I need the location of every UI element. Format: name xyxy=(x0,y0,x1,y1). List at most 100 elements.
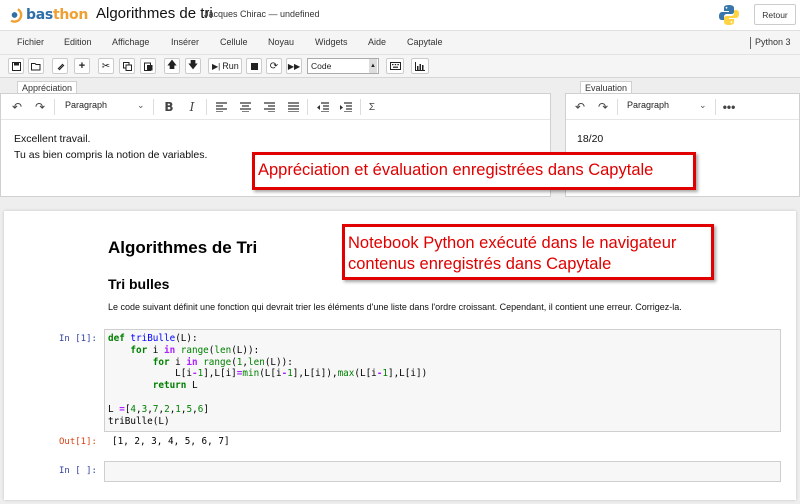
annotation-appreciation-text: Appréciation et évaluation enregistrées … xyxy=(258,161,654,179)
notebook-toolbar: + ✂ 🡅 🡇 ▶| Run ⟳ ▶▶ Code ▲ xyxy=(0,55,800,78)
toolbar-divider xyxy=(54,99,55,115)
menu-cellule[interactable]: Cellule xyxy=(220,37,248,47)
special-characters-icon[interactable]: Σ xyxy=(365,100,379,114)
basthon-logo: basthon xyxy=(6,5,88,25)
menu-fichier[interactable]: Fichier xyxy=(17,37,44,47)
author-label: Jacques Chirac — undefined xyxy=(204,9,320,19)
redo-icon[interactable]: ↷ xyxy=(596,100,610,114)
copy-button[interactable] xyxy=(119,58,135,74)
more-options-icon[interactable]: ••• xyxy=(722,100,736,114)
step-forward-icon: ▶| xyxy=(212,61,221,71)
menu-affichage[interactable]: Affichage xyxy=(112,37,149,47)
outdent-icon[interactable] xyxy=(316,100,330,114)
indent-icon[interactable] xyxy=(339,100,353,114)
paragraph-format-select[interactable]: Paragraph ⌄ xyxy=(627,100,709,110)
interrupt-button[interactable] xyxy=(246,58,262,74)
align-left-icon[interactable] xyxy=(214,100,228,114)
menu-edition[interactable]: Edition xyxy=(64,37,92,47)
undo-icon[interactable]: ↶ xyxy=(10,100,24,114)
keyboard-icon xyxy=(389,62,401,70)
restart-button[interactable]: ⟳ xyxy=(266,58,282,74)
input-prompt-empty: In [ ]: xyxy=(59,466,97,476)
align-center-icon[interactable] xyxy=(238,100,252,114)
cell-output: [1, 2, 3, 4, 5, 6, 7] xyxy=(112,436,230,447)
notebook-heading-2: Tri bulles xyxy=(108,276,170,292)
evaluation-grade[interactable]: 18/20 xyxy=(577,133,603,145)
fast-forward-icon: ▶▶ xyxy=(287,61,301,71)
return-button[interactable]: Retour xyxy=(754,4,796,25)
code-editor[interactable]: def triBulle(L): for i in range(len(L)):… xyxy=(108,333,427,427)
appreciation-line-1[interactable]: Excellent travail. xyxy=(14,133,90,145)
notebook-title[interactable]: Algorithmes de tri xyxy=(96,5,213,22)
menubar: Fichier Edition Affichage Insérer Cellul… xyxy=(0,31,800,55)
appreciation-line-2[interactable]: Tu as bien compris la notion de variable… xyxy=(14,149,207,161)
open-button[interactable] xyxy=(28,58,44,74)
bar-chart-icon xyxy=(415,61,425,71)
paragraph-format-value: Paragraph xyxy=(65,100,108,110)
command-palette-button[interactable] xyxy=(386,58,404,74)
paragraph-format-select[interactable]: Paragraph ⌄ xyxy=(65,100,147,110)
notebook-heading-1: Algorithmes de Tri xyxy=(108,238,258,257)
italic-icon[interactable]: I xyxy=(185,100,199,114)
undo-icon[interactable]: ↶ xyxy=(573,100,587,114)
scissors-icon: ✂ xyxy=(101,60,111,72)
paste-button[interactable] xyxy=(140,58,156,74)
evaluation-editor-toolbar: ↶ ↷ Paragraph ⌄ ••• xyxy=(566,94,799,120)
run-label: Run xyxy=(222,61,239,71)
save-icon xyxy=(11,61,21,71)
appreciation-editor-toolbar: ↶ ↷ Paragraph ⌄ B I Σ xyxy=(1,94,550,120)
arrow-down-icon: 🡇 xyxy=(187,59,199,71)
empty-code-cell[interactable] xyxy=(104,461,781,482)
arrow-up-icon: 🡅 xyxy=(166,59,178,71)
align-justify-icon[interactable] xyxy=(286,100,300,114)
plus-icon: + xyxy=(78,60,86,72)
logo-text: basthon xyxy=(26,7,88,23)
paragraph-format-value: Paragraph xyxy=(627,100,670,110)
menu-aide[interactable]: Aide xyxy=(368,37,386,47)
code-cell[interactable]: def triBulle(L): for i in range(len(L)):… xyxy=(104,329,781,432)
annotation-notebook: Notebook Python exécuté dans le navigate… xyxy=(342,224,714,280)
annotation-notebook-line-2: contenus enregistrés dans Capytale xyxy=(348,255,612,273)
align-right-icon[interactable] xyxy=(262,100,276,114)
folder-open-icon xyxy=(31,62,41,70)
kernel-indicator: Python 3 xyxy=(755,37,791,47)
run-button[interactable]: ▶| Run xyxy=(208,58,242,74)
toolbar-divider xyxy=(307,99,308,115)
save-button[interactable] xyxy=(8,58,24,74)
cell-type-select[interactable]: Code ▲ xyxy=(307,58,379,74)
cell-type-value: Code xyxy=(311,61,332,71)
notebook-paragraph: Le code suivant définit une fonction qui… xyxy=(108,302,682,312)
stop-icon xyxy=(250,62,258,70)
kernel-divider xyxy=(750,37,751,49)
toolbar-divider xyxy=(360,99,361,115)
add-cell-button[interactable]: + xyxy=(74,58,90,74)
header: basthon Algorithmes de tri Jacques Chira… xyxy=(0,0,800,31)
redo-icon[interactable]: ↷ xyxy=(33,100,47,114)
move-down-button[interactable]: 🡇 xyxy=(185,58,201,74)
annotation-notebook-line-1: Notebook Python exécuté dans le navigate… xyxy=(348,234,677,252)
logo-suffix: thon xyxy=(52,7,88,23)
chart-button[interactable] xyxy=(411,58,429,74)
input-prompt: In [1]: xyxy=(59,334,97,344)
menu-capytale[interactable]: Capytale xyxy=(407,37,443,47)
restart-run-all-button[interactable]: ▶▶ xyxy=(286,58,302,74)
attach-button[interactable] xyxy=(52,58,68,74)
toolbar-divider xyxy=(153,99,154,115)
output-prompt: Out[1]: xyxy=(59,437,97,447)
paste-icon xyxy=(143,62,152,71)
toolbar-divider xyxy=(206,99,207,115)
menu-inserer[interactable]: Insérer xyxy=(171,37,199,47)
bold-icon[interactable]: B xyxy=(162,100,176,114)
select-arrow-icon: ▲ xyxy=(369,59,377,73)
copy-icon xyxy=(122,61,132,71)
toolbar-divider xyxy=(617,99,618,115)
basthon-logo-icon xyxy=(6,7,23,23)
move-up-button[interactable]: 🡅 xyxy=(164,58,180,74)
python-logo-icon xyxy=(719,5,739,25)
cut-button[interactable]: ✂ xyxy=(98,58,114,74)
chevron-down-icon: ⌄ xyxy=(699,100,707,110)
annotation-appreciation: Appréciation et évaluation enregistrées … xyxy=(252,152,696,190)
menu-widgets[interactable]: Widgets xyxy=(315,37,348,47)
menu-noyau[interactable]: Noyau xyxy=(268,37,294,47)
toolbar-divider xyxy=(715,99,716,115)
